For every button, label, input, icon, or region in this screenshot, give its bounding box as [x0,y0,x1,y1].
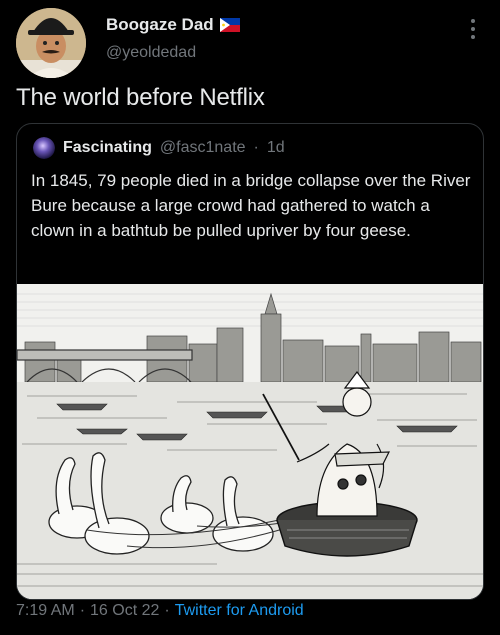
tweet-date[interactable]: 16 Oct 22 [90,602,159,620]
quoted-tweet-card[interactable]: Fascinating @fasc1nate · 1d In 1845, 79 … [16,123,484,600]
quoted-author-name[interactable]: Fascinating [63,139,152,157]
tweet-text: The world before Netflix [16,84,265,111]
philippines-flag-icon [219,18,240,32]
footer-separator-1: · [79,602,86,619]
author-name[interactable]: Boogaze Dad [106,15,240,35]
quoted-tweet-header: Fascinating @fasc1nate · 1d [33,137,285,159]
footer-separator-2: · [164,602,170,619]
galaxy-avatar-icon [33,137,55,159]
author-handle[interactable]: @yeoldedad [106,44,196,62]
tweet-container: Boogaze Dad @yeoldedad The world before … [0,0,500,635]
author-name-text: Boogaze Dad [106,15,214,34]
more-options-icon[interactable] [470,18,476,40]
quoted-author-handle[interactable]: @fasc1nate [160,139,246,157]
quoted-tweet-age[interactable]: 1d [267,139,285,157]
quoted-tweet-text: In 1845, 79 people died in a bridge coll… [31,171,471,240]
quoted-tweet-image[interactable] [17,284,483,599]
quoted-author-avatar[interactable] [33,137,55,159]
quoted-separator: · [253,139,259,156]
author-avatar[interactable] [16,8,86,78]
tweet-source-link[interactable]: Twitter for Android [175,602,304,620]
avatar-image [16,8,86,78]
tweet-footer: 7:19 AM · 16 Oct 22 · Twitter for Androi… [16,602,304,620]
tweet-time[interactable]: 7:19 AM [16,602,75,620]
engraving-clown-bathtub-geese-image [17,284,483,599]
